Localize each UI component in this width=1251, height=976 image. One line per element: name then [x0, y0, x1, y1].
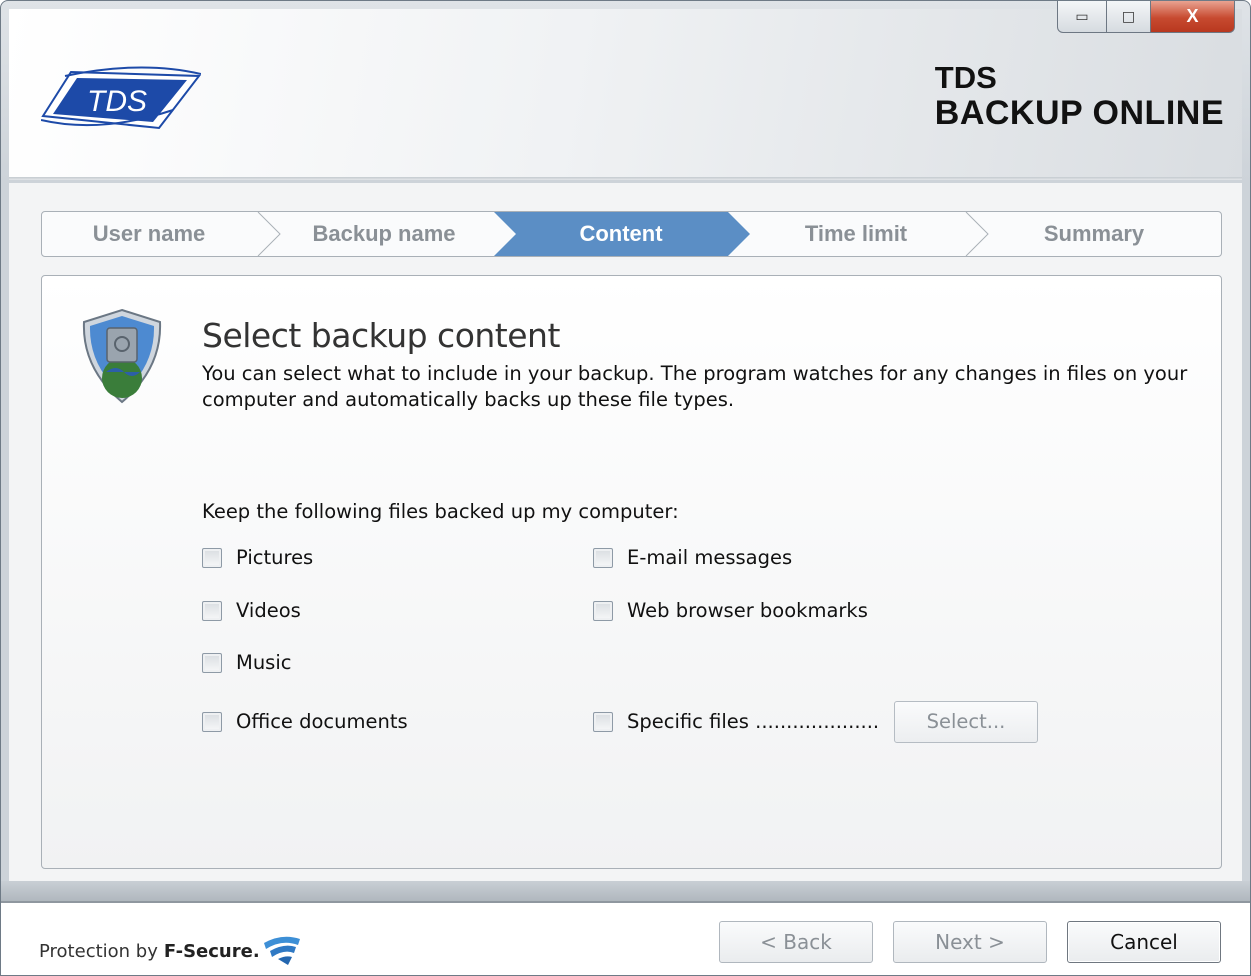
- specific-files-label: Specific files ....................: [627, 710, 880, 733]
- close-button[interactable]: X: [1151, 1, 1235, 33]
- music-option[interactable]: Music: [202, 651, 291, 674]
- email-messages-checkbox[interactable]: [593, 547, 613, 568]
- step-summary: Summary: [1043, 221, 1145, 246]
- vendor-name: F-Secure.: [163, 940, 260, 962]
- office-documents-option[interactable]: Office documents: [202, 710, 408, 733]
- email-messages-option[interactable]: E-mail messages: [593, 546, 792, 569]
- panel-description: You can select what to include in your b…: [202, 362, 1188, 411]
- brand-line-2: BACKUP ONLINE: [934, 94, 1224, 132]
- close-icon: X: [1186, 6, 1199, 26]
- minimize-button[interactable]: ▭: [1057, 1, 1107, 33]
- web-bookmarks-checkbox[interactable]: [593, 600, 613, 621]
- cancel-button[interactable]: Cancel: [1067, 921, 1221, 963]
- pictures-label: Pictures: [236, 546, 314, 569]
- tds-logo: TDS: [41, 66, 201, 130]
- videos-label: Videos: [236, 599, 301, 622]
- videos-option[interactable]: Videos: [202, 599, 301, 622]
- email-messages-label: E-mail messages: [627, 546, 793, 569]
- wizard-steps: User name Backup name Content Time limit…: [41, 211, 1222, 257]
- f-secure-logo-icon: [263, 936, 300, 965]
- step-content: Content: [579, 221, 663, 246]
- maximize-button[interactable]: □: [1107, 1, 1151, 33]
- step-backup-name: Backup name: [312, 221, 456, 246]
- brand-line-1: TDS: [934, 60, 997, 95]
- content-area: User name Backup name Content Time limit…: [9, 183, 1242, 901]
- shield-safe-icon: [82, 308, 162, 404]
- specific-files-option[interactable]: Specific files ....................: [593, 710, 879, 733]
- office-documents-checkbox[interactable]: [202, 711, 222, 732]
- specific-files-checkbox[interactable]: [593, 711, 613, 732]
- installer-window: TDS TDS BACKUP ONLINE ▭ □ X User name Ba…: [0, 0, 1251, 976]
- web-bookmarks-option[interactable]: Web browser bookmarks: [593, 599, 868, 622]
- next-button[interactable]: Next >: [893, 921, 1047, 963]
- content-panel: Select backup content You can select wha…: [41, 275, 1222, 869]
- select-files-button[interactable]: Select...: [894, 701, 1038, 743]
- window-controls: ▭ □ X: [1057, 1, 1235, 35]
- footer-bar: Protection by F-Secure. < Back Next > Ca…: [1, 881, 1250, 975]
- protection-credit: Protection by F-Secure.: [39, 933, 302, 969]
- pictures-checkbox[interactable]: [202, 547, 222, 568]
- pictures-option[interactable]: Pictures: [202, 546, 313, 569]
- panel-title: Select backup content: [202, 316, 560, 355]
- videos-checkbox[interactable]: [202, 600, 222, 621]
- keep-files-label: Keep the following files backed up my co…: [202, 500, 679, 523]
- music-label: Music: [236, 651, 292, 674]
- step-user-name: User name: [92, 221, 206, 246]
- office-documents-label: Office documents: [236, 710, 408, 733]
- svg-text:TDS: TDS: [87, 85, 147, 118]
- step-time-limit: Time limit: [804, 221, 908, 246]
- maximize-icon: □: [1121, 8, 1136, 25]
- web-bookmarks-label: Web browser bookmarks: [627, 599, 868, 622]
- back-button[interactable]: < Back: [719, 921, 873, 963]
- music-checkbox[interactable]: [202, 652, 222, 673]
- protection-by-label: Protection by: [39, 940, 158, 962]
- minimize-icon: ▭: [1075, 8, 1089, 25]
- product-brand: TDS BACKUP ONLINE: [934, 60, 1224, 132]
